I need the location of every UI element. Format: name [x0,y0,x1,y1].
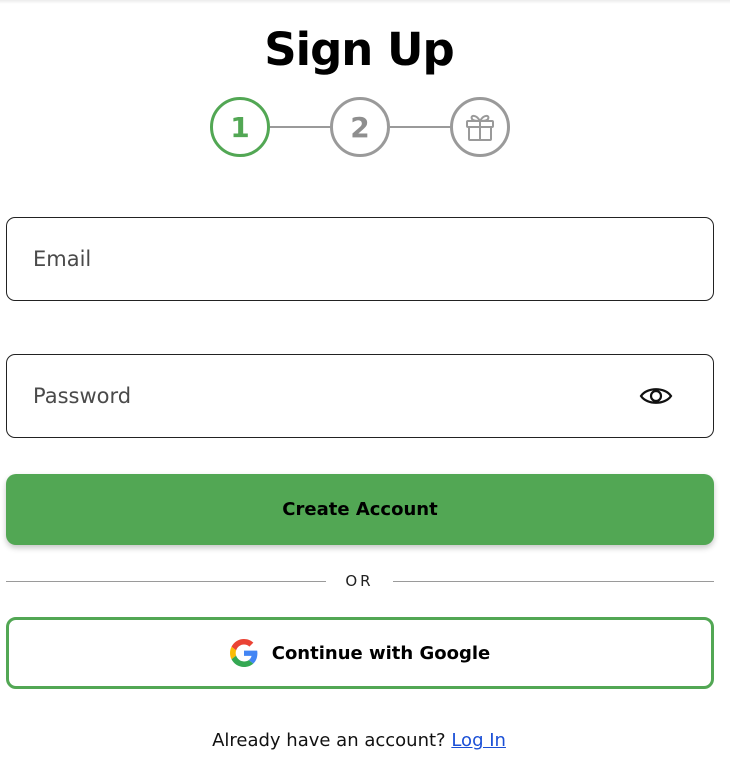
signup-stepper: 1 2 [210,97,510,157]
password-field-container [6,354,714,438]
eye-icon[interactable] [639,383,673,409]
divider-line-right [393,581,714,582]
stepper-connector [270,126,330,128]
step-2-indicator: 2 [330,97,390,157]
email-input[interactable] [7,218,713,300]
google-button-label: Continue with Google [271,642,491,664]
step-3-indicator [450,97,510,157]
login-prompt: Already have an account? Log In [0,728,718,754]
continue-with-google-button[interactable]: Continue with Google [6,617,714,689]
or-divider: OR [6,570,714,592]
login-prompt-text: Already have an account? [212,730,446,751]
create-account-button[interactable]: Create Account [6,474,714,545]
step-1-label: 1 [230,110,250,144]
step-2-label: 2 [350,110,370,144]
gift-icon [466,114,494,141]
stepper-connector [390,126,450,128]
signup-page: Sign Up 1 2 Create Account [0,0,730,778]
email-field-container [6,217,714,301]
google-logo-icon [229,639,258,667]
password-input[interactable] [7,355,713,437]
top-shadow [0,0,730,4]
login-link[interactable]: Log In [451,730,506,751]
step-1-indicator: 1 [210,97,270,157]
divider-line-left [6,581,326,582]
divider-text: OR [345,572,374,590]
page-title: Sign Up [264,23,455,76]
